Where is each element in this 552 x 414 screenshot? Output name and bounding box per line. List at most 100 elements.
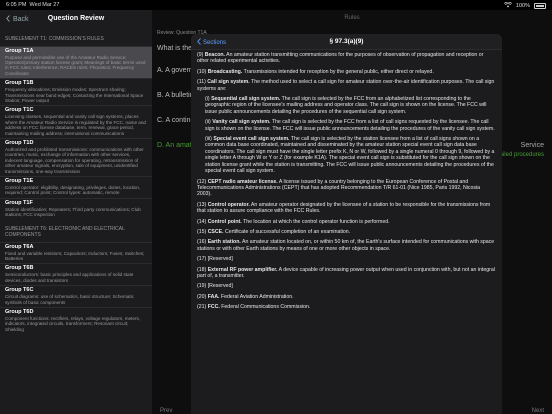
paragraph-term: Call sign system.	[207, 79, 250, 86]
rule-paragraph: (iii) Special event call sign system. Th…	[205, 136, 496, 174]
status-bar: 6:05 PM Wed Mar 27 100%	[0, 0, 552, 10]
group-list-item[interactable]: Group T1C Licensing classes, sequential a…	[0, 105, 152, 138]
paragraph-term: Sequential call sign system.	[211, 96, 281, 103]
rule-paragraph: (ii) Vanity call sign system. The call s…	[205, 119, 496, 132]
sidebar-sections: SUBELEMENT T1: COMMISSION'S RULES Group T…	[0, 36, 152, 334]
group-name: Group T6D	[5, 309, 34, 316]
group-description: Semiconductors: basic principles and app…	[5, 272, 134, 283]
group-name: Group T1B	[5, 80, 34, 87]
section-heading: SUBELEMENT T1: COMMISSION'S RULES	[5, 36, 104, 42]
paragraph-number: (19)	[197, 283, 207, 290]
group-list-item[interactable]: Group T6C Circuit diagrams: use of schema…	[0, 285, 152, 307]
group-name: Group T6C	[5, 287, 34, 294]
group-description: Fixed and variable resistors; Capacitors…	[5, 250, 145, 262]
group-list-item[interactable]: Group T1A Purpose and permissible use of …	[0, 45, 152, 79]
paragraph-number: (10)	[197, 68, 207, 75]
paragraph-number: (13)	[197, 201, 207, 208]
group-name: Group T1F	[5, 199, 33, 206]
paragraph-number: (15)	[197, 228, 207, 235]
paragraph-number: (21)	[197, 304, 207, 311]
paragraph-term: FCC.	[207, 304, 220, 311]
prev-button[interactable]: Prev	[160, 408, 172, 414]
modal-title: § 97.3(a)(9)	[329, 38, 364, 45]
group-list-item[interactable]: Group T6A Fixed and variable resistors; C…	[0, 241, 152, 264]
group-name: Group T1D	[5, 139, 34, 146]
paragraph-number: (20)	[197, 293, 207, 300]
paragraph-number: (17)	[197, 256, 207, 263]
paragraph-text: The call sign is selected by the station…	[205, 136, 495, 175]
battery-icon	[534, 3, 546, 9]
rules-modal: Sections § 97.3(a)(9) (9) Beacon. An ama…	[191, 34, 502, 414]
modal-header: Sections § 97.3(a)(9)	[191, 34, 502, 50]
rule-paragraph: (21) FCC. Federal Communications Commiss…	[197, 304, 496, 310]
group-list-item[interactable]: Group T6B Semiconductors: basic principle…	[0, 263, 152, 285]
paragraph-number: (14)	[197, 218, 207, 225]
next-button[interactable]: Next	[532, 408, 544, 414]
rule-paragraph: (16) Earth station. An amateur station l…	[197, 239, 496, 252]
paragraph-term: Vanity call sign system.	[212, 119, 271, 126]
rule-paragraph: (9) Beacon. An amateur station transmitt…	[197, 52, 496, 65]
rule-paragraph: (11) Call sign system. The method used t…	[197, 79, 496, 92]
group-list-item[interactable]: Group T1F Station identification; Repeate…	[0, 197, 152, 220]
group-name: Group T1A	[5, 47, 34, 54]
rule-paragraph: (15) CSCE. Certificate of successful com…	[197, 229, 496, 235]
paragraph-term: Control operator.	[207, 201, 250, 208]
group-list-item[interactable]: Group T1B Frequency allocations; Emission…	[0, 78, 152, 105]
sidebar: Back Question Review SUBELEMENT T1: COMM…	[0, 10, 152, 414]
group-name: Group T1C	[5, 107, 34, 114]
group-name: Group T1E	[5, 178, 34, 184]
rule-paragraph: (19) [Reserved]	[197, 283, 496, 289]
paragraph-number: (11)	[197, 79, 206, 86]
paragraph-text: An amateur station located on, or within…	[197, 239, 495, 252]
rule-paragraph: (14) Control point. The location at whic…	[197, 219, 496, 225]
paragraph-term: CSCE.	[207, 228, 224, 235]
group-description: Station identification; Repeaters; Third…	[5, 206, 141, 218]
paragraph-term: Special event call sign system.	[213, 136, 290, 143]
paragraph-text: Federal Communications Commission.	[221, 304, 311, 311]
group-description: Purpose and permissible use of the Amate…	[5, 54, 146, 76]
group-description: Circuit diagrams: use of schematics, bas…	[5, 294, 134, 305]
rule-paragraph: (20) FAA. Federal Aviation Administratio…	[197, 294, 496, 300]
paragraph-text: The location at which the control operat…	[243, 218, 390, 225]
paragraph-term: FAA.	[207, 293, 220, 300]
rule-paragraph: (12) CEPT radio amateur license. A licen…	[197, 179, 496, 198]
sidebar-title: Question Review	[47, 15, 105, 22]
group-list-item[interactable]: Group T1E Control operator: eligibility, …	[0, 176, 152, 198]
rule-paragraph: (13) Control operator. An amateur operat…	[197, 202, 496, 215]
paragraph-term: CEPT radio amateur license.	[207, 178, 278, 185]
paragraph-term: Control point.	[207, 218, 242, 225]
paragraph-text: Certificate of successful completion of …	[225, 228, 351, 235]
group-description: Frequency allocations; Emission modes; S…	[5, 87, 144, 103]
paragraph-text: [Reserved]	[207, 283, 233, 290]
rule-paragraph: (10) Broadcasting. Transmissions intende…	[197, 69, 496, 75]
paragraph-number: (12)	[197, 178, 207, 185]
paragraph-number: (16)	[197, 239, 207, 246]
paragraph-number: (i)	[205, 96, 210, 103]
paragraph-text: Transmissions intended for reception by …	[243, 68, 434, 75]
answer-text-tail: Service	[520, 142, 544, 149]
group-description: Authorized and prohibited transmissions:…	[5, 146, 144, 174]
rule-text[interactable]: (9) Beacon. An amateur station transmitt…	[191, 50, 502, 311]
group-list-item[interactable]: Group T1D Authorized and prohibited trans…	[0, 137, 152, 176]
paragraph-term: Earth station.	[207, 239, 241, 246]
rule-paragraph: (i) Sequential call sign system. The cal…	[205, 96, 496, 115]
paragraph-text: Federal Aviation Administration.	[220, 293, 294, 300]
group-description: Licensing classes, sequential and vanity…	[5, 114, 146, 136]
group-description: Control operator: eligibility, designati…	[5, 185, 141, 196]
group-description: Component functions: rectifiers, relays,…	[5, 316, 141, 332]
paragraph-text: [Reserved]	[207, 256, 233, 263]
paragraph-number: (18)	[197, 266, 207, 273]
group-name: Group T6B	[5, 265, 34, 272]
paragraph-number: (ii)	[205, 119, 211, 126]
section-heading: SUBELEMENT T6: ELECTRONIC AND ELECTRICAL…	[5, 225, 125, 239]
paragraph-text: An amateur station transmitting communic…	[197, 52, 484, 65]
rule-paragraph: (17) [Reserved]	[197, 256, 496, 262]
paragraph-term: Beacon.	[204, 52, 225, 58]
battery-percent: 100%	[515, 3, 530, 9]
wifi-icon	[503, 1, 512, 10]
group-list-item[interactable]: Group T6D Component functions: rectifiers…	[0, 307, 152, 334]
paragraph-term: External RF power amplifier.	[207, 266, 278, 273]
status-right: 100%	[503, 1, 546, 10]
paragraph-term: Broadcasting.	[207, 68, 243, 75]
sidebar-nav-bar: Back Question Review	[0, 10, 152, 30]
